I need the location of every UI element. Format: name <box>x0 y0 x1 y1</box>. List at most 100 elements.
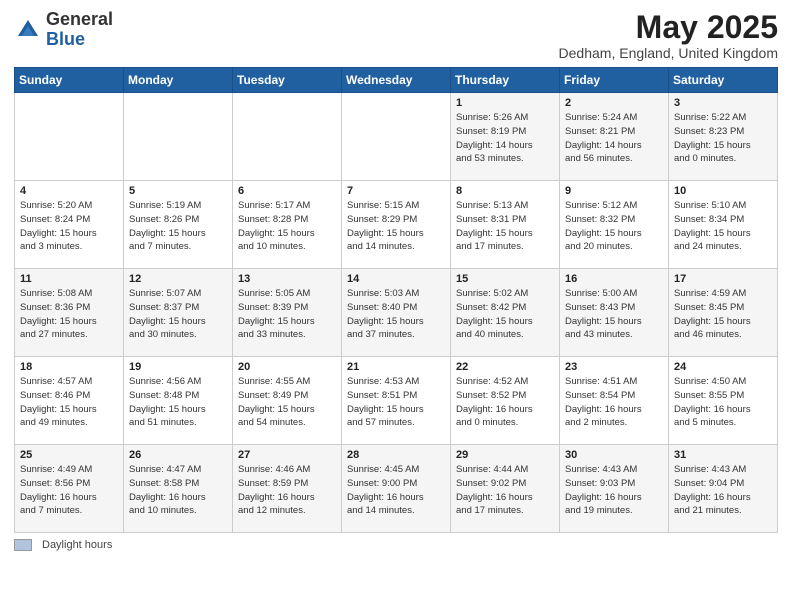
calendar-cell: 26Sunrise: 4:47 AMSunset: 8:58 PMDayligh… <box>124 445 233 533</box>
logo: General Blue <box>14 10 113 50</box>
day-info: Sunrise: 4:52 AMSunset: 8:52 PMDaylight:… <box>456 375 554 430</box>
day-number: 30 <box>565 449 663 461</box>
week-row-3: 11 Sunrise: 5:08 AMSunset: 8:36 PMDayligh… <box>15 269 778 357</box>
day-number: 14 <box>347 273 445 285</box>
day-info: Sunrise: 5:00 AMSunset: 8:43 PMDaylight:… <box>565 287 663 342</box>
day-info: Sunrise: 4:44 AMSunset: 9:02 PMDaylight:… <box>456 463 554 518</box>
day-number: 8 <box>456 185 554 197</box>
day-info: Sunrise: 5:20 AMSunset: 8:24 PMDaylight:… <box>20 199 118 254</box>
day-info: Sunrise: 4:59 AMSunset: 8:45 PMDaylight:… <box>674 287 772 342</box>
calendar-cell: 4 Sunrise: 5:20 AMSunset: 8:24 PMDaylight… <box>15 181 124 269</box>
calendar-cell: 6Sunrise: 5:17 AMSunset: 8:28 PMDaylight… <box>233 181 342 269</box>
day-number: 25 <box>20 449 118 461</box>
calendar-cell: 31 Sunrise: 4:43 AMSunset: 9:04 PMDayligh… <box>669 445 778 533</box>
day-info: Sunrise: 5:17 AMSunset: 8:28 PMDaylight:… <box>238 199 336 254</box>
calendar-cell <box>233 93 342 181</box>
day-info: Sunrise: 5:05 AMSunset: 8:39 PMDaylight:… <box>238 287 336 342</box>
calendar-cell: 13 Sunrise: 5:05 AMSunset: 8:39 PMDayligh… <box>233 269 342 357</box>
day-info: Sunrise: 5:08 AMSunset: 8:36 PMDaylight:… <box>20 287 118 342</box>
day-number: 29 <box>456 449 554 461</box>
day-number: 17 <box>674 273 772 285</box>
calendar-table: SundayMondayTuesdayWednesdayThursdayFrid… <box>14 67 778 533</box>
week-row-4: 18 Sunrise: 4:57 AMSunset: 8:46 PMDayligh… <box>15 357 778 445</box>
legend-label: Daylight hours <box>42 539 112 551</box>
calendar-cell <box>342 93 451 181</box>
day-number: 26 <box>129 449 227 461</box>
calendar-cell: 29 Sunrise: 4:44 AMSunset: 9:02 PMDayligh… <box>451 445 560 533</box>
weekday-header-wednesday: Wednesday <box>342 68 451 93</box>
week-row-1: 1 Sunrise: 5:26 AMSunset: 8:19 PMDaylight… <box>15 93 778 181</box>
day-number: 22 <box>456 361 554 373</box>
calendar-cell: 21 Sunrise: 4:53 AMSunset: 8:51 PMDayligh… <box>342 357 451 445</box>
day-info: Sunrise: 5:15 AMSunset: 8:29 PMDaylight:… <box>347 199 445 254</box>
day-number: 13 <box>238 273 336 285</box>
day-info: Sunrise: 5:10 AMSunset: 8:34 PMDaylight:… <box>674 199 772 254</box>
logo-text: General Blue <box>46 10 113 50</box>
day-number: 4 <box>20 185 118 197</box>
calendar-cell: 7 Sunrise: 5:15 AMSunset: 8:29 PMDaylight… <box>342 181 451 269</box>
calendar-cell: 9Sunrise: 5:12 AMSunset: 8:32 PMDaylight… <box>560 181 669 269</box>
calendar-cell: 25 Sunrise: 4:49 AMSunset: 8:56 PMDayligh… <box>15 445 124 533</box>
calendar-cell: 17 Sunrise: 4:59 AMSunset: 8:45 PMDayligh… <box>669 269 778 357</box>
calendar-cell: 11 Sunrise: 5:08 AMSunset: 8:36 PMDayligh… <box>15 269 124 357</box>
weekday-header-tuesday: Tuesday <box>233 68 342 93</box>
day-number: 21 <box>347 361 445 373</box>
day-info: Sunrise: 5:12 AMSunset: 8:32 PMDaylight:… <box>565 199 663 254</box>
day-number: 7 <box>347 185 445 197</box>
day-info: Sunrise: 4:49 AMSunset: 8:56 PMDaylight:… <box>20 463 118 518</box>
calendar-cell: 12Sunrise: 5:07 AMSunset: 8:37 PMDayligh… <box>124 269 233 357</box>
calendar-cell: 20 Sunrise: 4:55 AMSunset: 8:49 PMDayligh… <box>233 357 342 445</box>
day-number: 16 <box>565 273 663 285</box>
calendar-cell: 2 Sunrise: 5:24 AMSunset: 8:21 PMDaylight… <box>560 93 669 181</box>
calendar-cell: 18 Sunrise: 4:57 AMSunset: 8:46 PMDayligh… <box>15 357 124 445</box>
calendar-cell: 19Sunrise: 4:56 AMSunset: 8:48 PMDayligh… <box>124 357 233 445</box>
weekday-header-sunday: Sunday <box>15 68 124 93</box>
weekday-header-thursday: Thursday <box>451 68 560 93</box>
day-number: 3 <box>674 97 772 109</box>
day-number: 10 <box>674 185 772 197</box>
calendar-cell: 3 Sunrise: 5:22 AMSunset: 8:23 PMDaylight… <box>669 93 778 181</box>
day-info: Sunrise: 4:46 AMSunset: 8:59 PMDaylight:… <box>238 463 336 518</box>
day-info: Sunrise: 5:24 AMSunset: 8:21 PMDaylight:… <box>565 111 663 166</box>
day-number: 23 <box>565 361 663 373</box>
day-info: Sunrise: 4:53 AMSunset: 8:51 PMDaylight:… <box>347 375 445 430</box>
calendar-cell <box>124 93 233 181</box>
day-number: 27 <box>238 449 336 461</box>
week-row-5: 25 Sunrise: 4:49 AMSunset: 8:56 PMDayligh… <box>15 445 778 533</box>
day-number: 31 <box>674 449 772 461</box>
day-number: 11 <box>20 273 118 285</box>
legend-box <box>14 539 32 551</box>
day-number: 5 <box>129 185 227 197</box>
calendar-cell: 23Sunrise: 4:51 AMSunset: 8:54 PMDayligh… <box>560 357 669 445</box>
day-number: 18 <box>20 361 118 373</box>
title-block: May 2025 Dedham, England, United Kingdom <box>559 10 778 61</box>
calendar-cell: 8Sunrise: 5:13 AMSunset: 8:31 PMDaylight… <box>451 181 560 269</box>
day-number: 2 <box>565 97 663 109</box>
calendar-cell: 16 Sunrise: 5:00 AMSunset: 8:43 PMDayligh… <box>560 269 669 357</box>
calendar-cell: 24Sunrise: 4:50 AMSunset: 8:55 PMDayligh… <box>669 357 778 445</box>
calendar-cell: 1 Sunrise: 5:26 AMSunset: 8:19 PMDaylight… <box>451 93 560 181</box>
day-info: Sunrise: 4:57 AMSunset: 8:46 PMDaylight:… <box>20 375 118 430</box>
day-number: 24 <box>674 361 772 373</box>
header: General Blue May 2025 Dedham, England, U… <box>14 10 778 61</box>
calendar-cell: 5Sunrise: 5:19 AMSunset: 8:26 PMDaylight… <box>124 181 233 269</box>
day-info: Sunrise: 4:43 AMSunset: 9:04 PMDaylight:… <box>674 463 772 518</box>
day-number: 1 <box>456 97 554 109</box>
calendar-cell: 28Sunrise: 4:45 AMSunset: 9:00 PMDayligh… <box>342 445 451 533</box>
day-info: Sunrise: 5:26 AMSunset: 8:19 PMDaylight:… <box>456 111 554 166</box>
calendar-cell: 30Sunrise: 4:43 AMSunset: 9:03 PMDayligh… <box>560 445 669 533</box>
day-number: 20 <box>238 361 336 373</box>
calendar-cell <box>15 93 124 181</box>
day-info: Sunrise: 5:22 AMSunset: 8:23 PMDaylight:… <box>674 111 772 166</box>
location: Dedham, England, United Kingdom <box>559 45 778 61</box>
page: General Blue May 2025 Dedham, England, U… <box>0 0 792 612</box>
calendar-cell: 27 Sunrise: 4:46 AMSunset: 8:59 PMDayligh… <box>233 445 342 533</box>
month-title: May 2025 <box>559 10 778 45</box>
day-info: Sunrise: 5:07 AMSunset: 8:37 PMDaylight:… <box>129 287 227 342</box>
day-number: 19 <box>129 361 227 373</box>
logo-icon <box>14 16 42 44</box>
weekday-header-saturday: Saturday <box>669 68 778 93</box>
day-info: Sunrise: 4:55 AMSunset: 8:49 PMDaylight:… <box>238 375 336 430</box>
calendar-cell: 14Sunrise: 5:03 AMSunset: 8:40 PMDayligh… <box>342 269 451 357</box>
day-number: 15 <box>456 273 554 285</box>
